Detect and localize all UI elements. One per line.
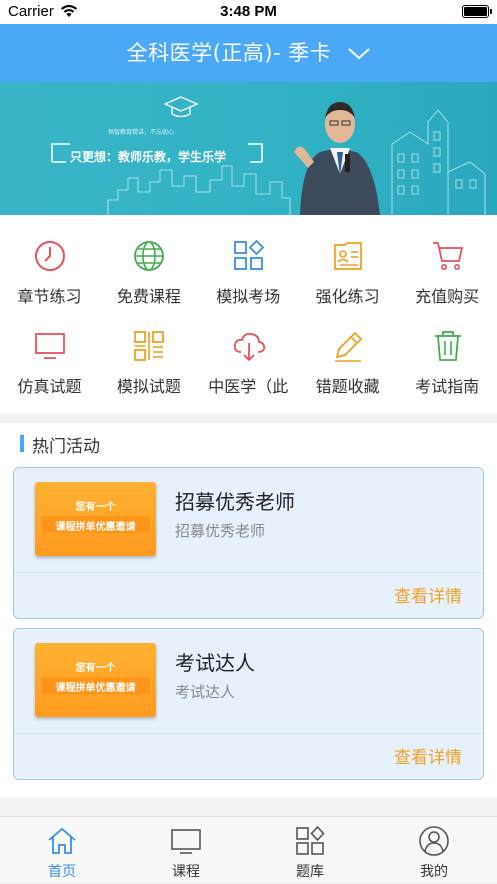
bottom-tab-bar: 首页 课程 题库 我的 <box>0 816 497 883</box>
user-icon <box>419 826 449 856</box>
clock-time: 3:48 PM <box>220 3 277 20</box>
monitor-icon <box>171 829 201 854</box>
grid-item-label: 强化练习 <box>315 287 380 306</box>
graduation-cap-icon <box>164 96 198 118</box>
grid-item-label: 考试指南 <box>415 377 480 396</box>
home-icon <box>48 827 76 854</box>
tab-label: 题库 <box>296 864 324 880</box>
activity-title: 考试达人 <box>175 651 255 675</box>
activity-thumbnail: 您有一个 课程拼单优惠邀请 <box>35 482 156 556</box>
grid-item-label: 模拟考场 <box>216 287 281 306</box>
thumbnail-line1: 您有一个 <box>75 502 116 513</box>
banner-small-text: 恒智教育精讲，不忘初心 <box>108 129 175 136</box>
grid-item-label: 仿真试题 <box>17 377 82 396</box>
view-details-link[interactable]: 查看详情 <box>394 743 462 768</box>
tab-label: 课程 <box>172 864 200 880</box>
card-divider <box>14 572 483 573</box>
apps-icon <box>296 825 325 855</box>
activity-subtitle: 招募优秀老师 <box>175 522 266 540</box>
id-card-icon <box>334 242 363 270</box>
tab-label: 我的 <box>420 864 448 880</box>
section-title: 热门活动 <box>20 432 100 457</box>
monitor-icon <box>35 333 65 359</box>
tab-courses[interactable]: 课程 <box>124 817 248 884</box>
grid-item-label: 充值购买 <box>415 287 480 306</box>
grid-item-label: 免费课程 <box>116 287 181 306</box>
feature-grid: 章节练习 免费课程 模拟考场 强化练习 充值购买仿真试题 模拟试题 中医学（此 错题收藏 考试指… <box>0 215 497 413</box>
activity-title: 招募优秀老师 <box>175 490 295 514</box>
cart-icon <box>432 242 463 270</box>
trash-icon <box>434 331 461 361</box>
thumbnail-line1: 您有一个 <box>75 663 116 674</box>
qrcode-icon <box>134 331 165 361</box>
view-details-link[interactable]: 查看详情 <box>394 582 462 607</box>
cloud-download-icon <box>233 332 265 362</box>
activity-card[interactable]: 您有一个 课程拼单优惠邀请 考试达人 考试达人 查看详情 <box>13 628 484 780</box>
section-title-text: 热门活动 <box>32 437 100 457</box>
grid-item-label: 章节练习 <box>17 287 82 306</box>
pencil-icon <box>335 331 363 362</box>
thumbnail-line2: 课程拼单优惠邀请 <box>55 522 136 533</box>
chevron-down-icon <box>348 47 371 59</box>
activity-subtitle: 考试达人 <box>175 683 236 701</box>
grid-item-label: 中医学（此 <box>208 377 289 396</box>
tab-profile[interactable]: 我的 <box>372 817 496 884</box>
thumbnail-line2: 课程拼单优惠邀请 <box>55 683 136 694</box>
grid-item-label: 错题收藏 <box>315 377 380 396</box>
apps-icon <box>233 239 265 270</box>
activity-card[interactable]: 您有一个 课程拼单优惠邀请 招募优秀老师 招募优秀老师 查看详情 <box>13 467 484 619</box>
card-divider <box>14 733 483 734</box>
clock-icon <box>35 241 65 271</box>
status-bar: Carrier 3:48 PM <box>0 0 497 24</box>
activity-thumbnail: 您有一个 课程拼单优惠邀请 <box>35 643 156 717</box>
promo-banner[interactable]: 恒智教育精讲，不忘初心 只更想：教师乐教，学生乐学 <box>0 82 497 215</box>
hot-activities-section: 热门活动 您有一个 课程拼单优惠邀请 招募优秀老师 招募优秀老师 查看详情 您有… <box>0 423 497 797</box>
tab-question-bank[interactable]: 题库 <box>248 817 372 884</box>
section-accent-bar <box>20 435 24 452</box>
lecturer-photo <box>294 102 380 215</box>
grid-item-label: 模拟试题 <box>116 377 181 396</box>
tab-label: 首页 <box>48 864 76 880</box>
battery-icon <box>462 5 492 18</box>
course-title: 全科医学(正高)- 季卡 <box>126 41 332 65</box>
globe-icon <box>134 241 165 271</box>
course-selector[interactable]: 全科医学(正高)- 季卡 <box>0 24 497 82</box>
banner-slogan: 只更想：教师乐教，学生乐学 <box>70 150 227 164</box>
tab-home[interactable]: 首页 <box>0 817 124 884</box>
